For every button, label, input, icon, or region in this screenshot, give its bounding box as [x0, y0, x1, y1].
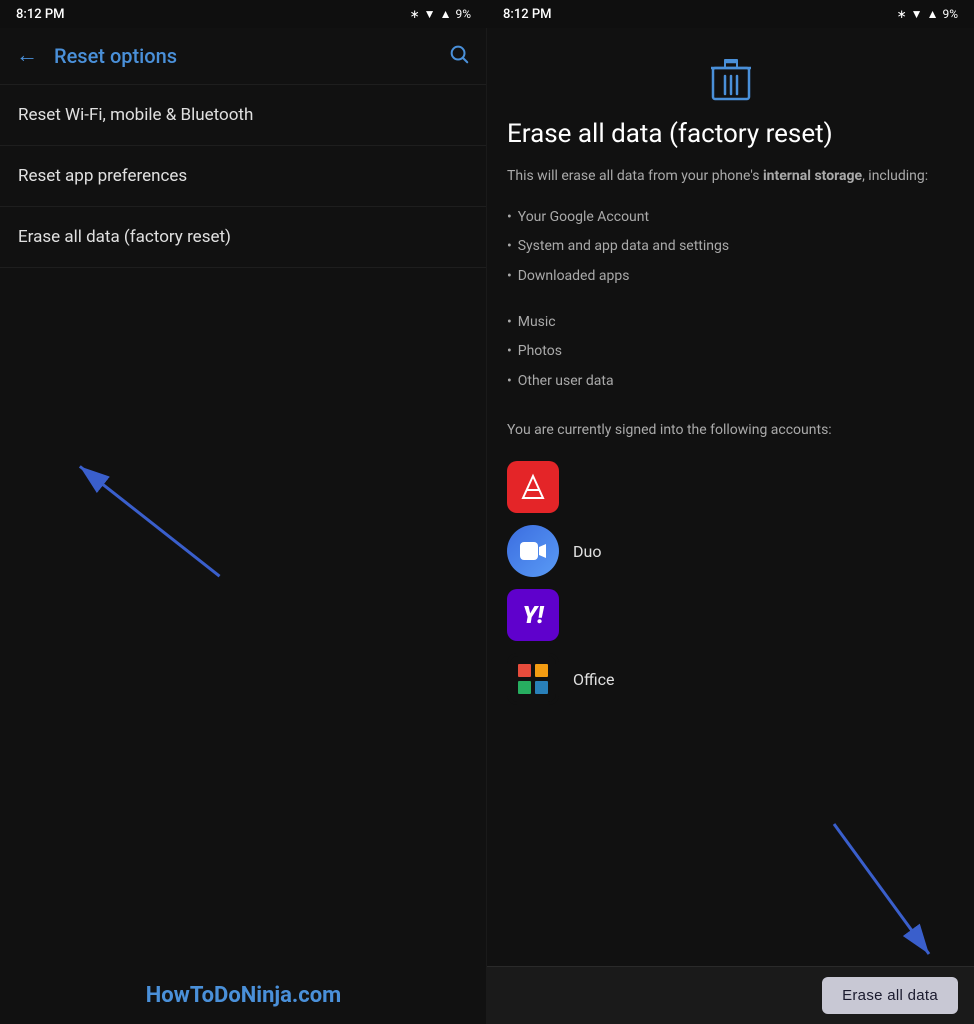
right-signal-icon: ▲: [927, 7, 939, 21]
yahoo-symbol: Y!: [522, 601, 543, 629]
erase-title: Erase all data (factory reset): [507, 118, 954, 152]
account-item-office: Office: [507, 653, 954, 705]
bottom-bar: Erase all data: [487, 966, 974, 1024]
erase-list-item-system: System and app data and settings: [507, 232, 954, 262]
signal-icon: ▲: [440, 7, 452, 21]
trash-icon: [711, 58, 751, 102]
left-status-time: 8:12 PM: [16, 7, 65, 22]
back-button[interactable]: ←: [16, 45, 38, 67]
desc-prefix: This will erase all data from your phone…: [507, 168, 763, 184]
desc-suffix: , including:: [862, 168, 928, 184]
duo-icon: [507, 525, 559, 577]
right-panel: Erase all data (factory reset) This will…: [487, 28, 974, 1024]
left-battery: 9%: [455, 7, 471, 21]
erase-list-2: Music Photos Other user data: [507, 308, 954, 397]
left-status-bar: 8:12 PM ∗ ▼ ▲ 9%: [0, 0, 487, 28]
right-content: Erase all data (factory reset) This will…: [487, 28, 974, 966]
desc-bold: internal storage: [763, 168, 862, 184]
main-content: ← Reset options Reset Wi-Fi, mobile & Bl…: [0, 28, 974, 1024]
menu-item-app-prefs[interactable]: Reset app preferences: [0, 146, 486, 207]
erase-list-item-music: Music: [507, 308, 954, 338]
account-item-duo: Duo: [507, 525, 954, 577]
office-icon: [507, 653, 559, 705]
menu-items: Reset Wi-Fi, mobile & Bluetooth Reset ap…: [0, 84, 486, 1024]
right-status-bar: 8:12 PM ∗ ▼ ▲ 9%: [487, 0, 974, 28]
erase-list-1: Your Google Account System and app data …: [507, 203, 954, 292]
erase-list-item-apps: Downloaded apps: [507, 262, 954, 292]
erase-list-item-google: Your Google Account: [507, 203, 954, 233]
yahoo-icon: Y!: [507, 589, 559, 641]
right-status-time: 8:12 PM: [503, 7, 552, 22]
signed-in-text: You are currently signed into the follow…: [507, 420, 954, 441]
left-status-icons: ∗ ▼ ▲ 9%: [410, 7, 471, 21]
right-battery: 9%: [942, 7, 958, 21]
erase-all-data-button[interactable]: Erase all data: [822, 977, 958, 1014]
toolbar: ← Reset options: [0, 28, 486, 84]
erase-description: This will erase all data from your phone…: [507, 166, 954, 187]
bluetooth-icon: ∗: [410, 7, 420, 21]
right-status-icons: ∗ ▼ ▲ 9%: [897, 7, 958, 21]
arrow-annotation-left: [0, 268, 486, 1024]
menu-item-wifi[interactable]: Reset Wi-Fi, mobile & Bluetooth: [0, 84, 486, 146]
right-wifi-icon: ▼: [911, 7, 923, 21]
trash-icon-container: [507, 58, 954, 102]
wifi-icon: ▼: [424, 7, 436, 21]
accounts-list: Duo Y!: [507, 461, 954, 705]
left-panel: ← Reset options Reset Wi-Fi, mobile & Bl…: [0, 28, 487, 1024]
menu-item-wifi-label: Reset Wi-Fi, mobile & Bluetooth: [18, 105, 253, 125]
menu-item-factory-reset-label: Erase all data (factory reset): [18, 227, 231, 247]
menu-item-app-prefs-label: Reset app preferences: [18, 166, 187, 186]
menu-item-factory-reset[interactable]: Erase all data (factory reset): [0, 207, 486, 268]
right-bluetooth-icon: ∗: [897, 7, 907, 21]
duo-label: Duo: [573, 542, 601, 561]
search-button[interactable]: [448, 43, 470, 70]
adobe-icon: [507, 461, 559, 513]
office-label: Office: [573, 670, 615, 689]
erase-list-item-userdata: Other user data: [507, 367, 954, 397]
status-bars-row: 8:12 PM ∗ ▼ ▲ 9% 8:12 PM ∗ ▼ ▲ 9%: [0, 0, 974, 28]
account-item-adobe: [507, 461, 954, 513]
annotation-area: [0, 268, 486, 1024]
account-item-yahoo: Y!: [507, 589, 954, 641]
toolbar-title: Reset options: [54, 44, 448, 68]
erase-list-item-photos: Photos: [507, 337, 954, 367]
